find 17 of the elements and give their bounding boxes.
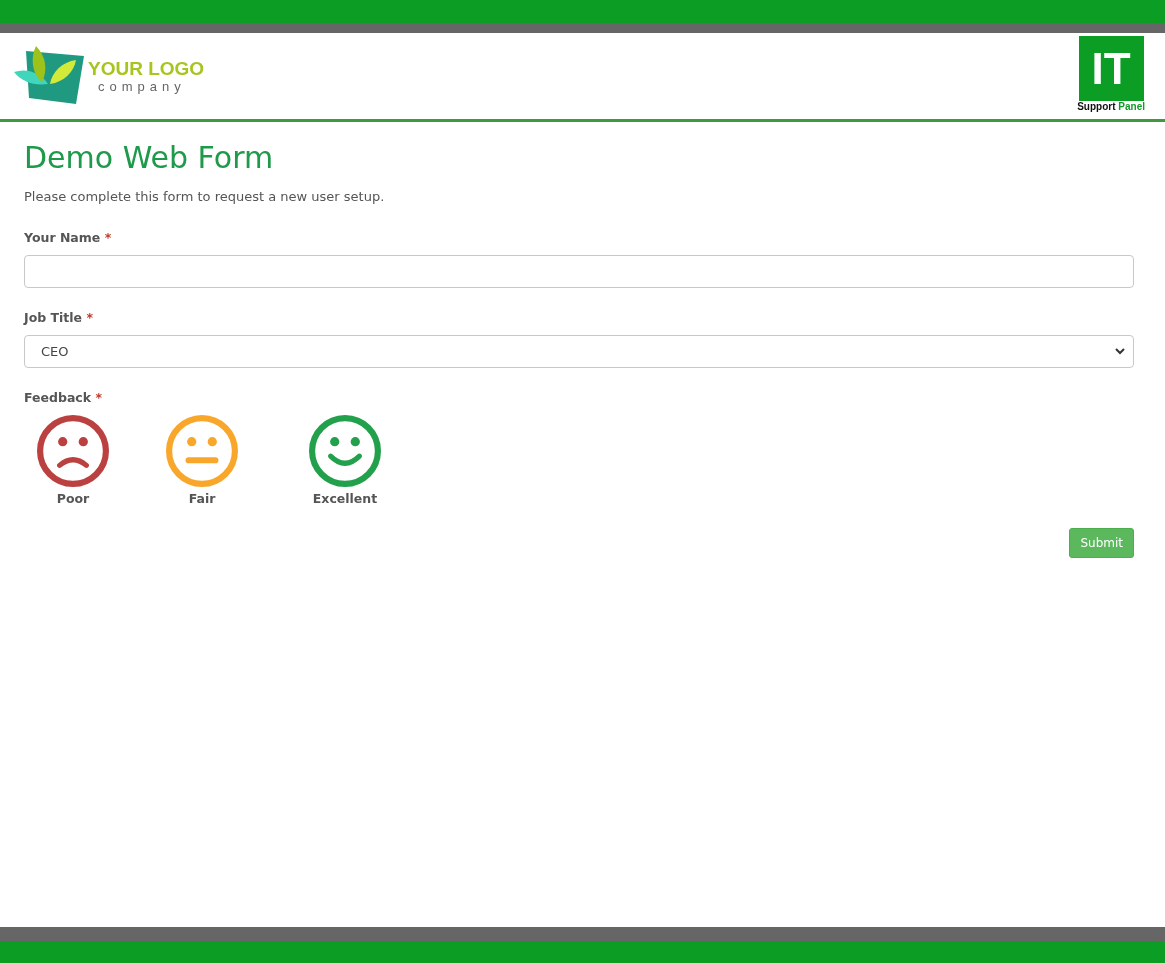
- feedback-option[interactable]: Poor: [24, 415, 122, 506]
- field-label: Feedback *: [24, 390, 103, 405]
- logo-tagline: company: [97, 80, 187, 94]
- field-label: Your Name *: [24, 230, 113, 245]
- chevron-down-icon: [1115, 348, 1125, 355]
- logo-icon: [14, 46, 86, 106]
- it-badge: IT: [1078, 36, 1144, 101]
- badge-caption-accent: Panel: [1118, 101, 1145, 112]
- field-label: Job Title *: [24, 310, 94, 325]
- logo-name: YOUR LOGO: [88, 58, 205, 80]
- feedback-option[interactable]: Fair: [153, 415, 251, 506]
- badge-caption: Support: [1077, 101, 1116, 112]
- form-intro: Please complete this form to request a new user setup.: [24, 189, 386, 204]
- name-input-field[interactable]: [24, 255, 1134, 288]
- feedback-option[interactable]: Excellent: [296, 415, 394, 506]
- job-title-dropdown[interactable]: CEO: [24, 335, 1134, 368]
- form-title: Demo Web Form: [24, 140, 275, 175]
